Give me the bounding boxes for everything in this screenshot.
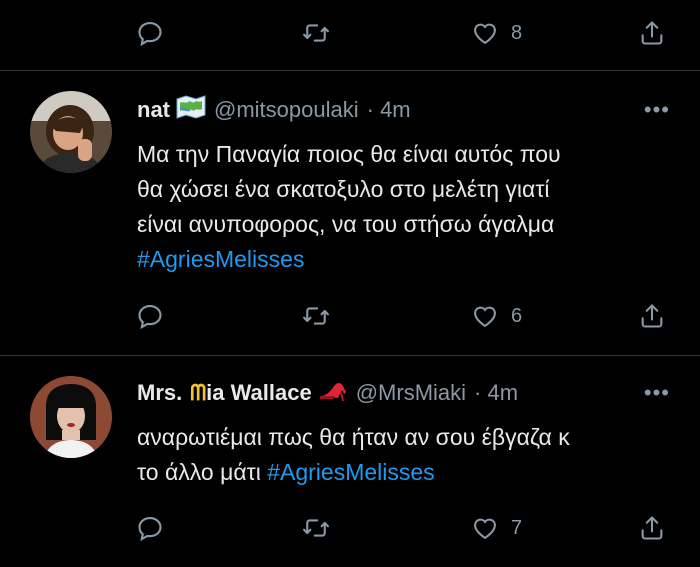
reply-icon [136, 302, 164, 330]
like-count: 7 [511, 516, 523, 539]
retweet-button[interactable] [302, 296, 330, 336]
share-button[interactable] [638, 13, 666, 53]
retweet-icon [302, 514, 330, 542]
retweet-button[interactable] [302, 508, 330, 548]
stylized-m-glyph: ᗰ [190, 380, 207, 405]
hashtag-link[interactable]: #AgriesMelisses [267, 459, 434, 485]
share-icon [638, 302, 666, 330]
retweet-icon [302, 302, 330, 330]
reply-button[interactable] [136, 13, 164, 53]
retweet-button[interactable] [302, 13, 330, 53]
high-heel-emoji-icon [318, 378, 348, 408]
reply-icon [136, 514, 164, 542]
hashtag-link[interactable]: #AgriesMelisses [137, 242, 561, 277]
handle[interactable]: @mitsopoulaki [214, 97, 359, 123]
reply-button[interactable] [136, 508, 164, 548]
tweet-text-line: είναι ανυποφορος, να του στήσω άγαλμα [137, 211, 555, 237]
like-count: 6 [511, 304, 523, 327]
more-icon[interactable]: ••• [644, 380, 670, 406]
handle[interactable]: @MrsMiaki [356, 380, 466, 406]
like-icon [471, 514, 499, 542]
more-icon[interactable]: ••• [644, 97, 670, 123]
tweet-header: Mrs. ᗰ ia Wallace @MrsMiaki · 4m [137, 378, 518, 408]
like-icon [471, 302, 499, 330]
like-button[interactable]: 6 [471, 296, 522, 336]
tweet-text-line: Μα την Παναγία ποιος θα είναι αυτός που [137, 141, 561, 167]
map-emoji-icon [176, 95, 206, 125]
like-button[interactable]: 8 [471, 13, 522, 53]
like-count: 8 [511, 21, 523, 44]
display-name-prefix[interactable]: Mrs. [137, 380, 182, 406]
timestamp[interactable]: · 4m [474, 380, 518, 406]
retweet-icon [302, 19, 330, 47]
tweet-text-fragment: το άλλο μάτι [137, 459, 261, 485]
like-icon [471, 19, 499, 47]
tweet-card[interactable]: nat @mitsopoulaki · 4m ••• Μα την Παναγί… [0, 71, 700, 355]
reply-icon [136, 19, 164, 47]
share-button[interactable] [638, 508, 666, 548]
top-action-bar: 8 [0, 13, 700, 53]
tweet-text: αναρωτιέμαι πως θα ήταν αν σου έβγαζα κ … [137, 420, 570, 490]
tweet-text-line: το άλλο μάτι #AgriesMelisses [137, 455, 570, 490]
display-name-suffix[interactable]: ia Wallace [206, 380, 312, 406]
tweet-action-bar: 6 [0, 296, 700, 336]
avatar[interactable] [30, 91, 112, 173]
display-name[interactable]: nat [137, 97, 170, 123]
tweet-text-line: αναρωτιέμαι πως θα ήταν αν σου έβγαζα κ [137, 424, 570, 450]
tweet-text-line: θα χώσει ένα σκατοξυλο στο μελέτη γιατί [137, 176, 550, 202]
share-button[interactable] [638, 296, 666, 336]
tweet-action-bar: 7 [0, 508, 700, 548]
like-button[interactable]: 7 [471, 508, 522, 548]
reply-button[interactable] [136, 296, 164, 336]
avatar[interactable] [30, 376, 112, 458]
tweet-text: Μα την Παναγία ποιος θα είναι αυτός που … [137, 137, 561, 277]
timestamp[interactable]: · 4m [367, 97, 411, 123]
tweet-header: nat @mitsopoulaki · 4m [137, 95, 411, 125]
tweet-card[interactable]: Mrs. ᗰ ia Wallace @MrsMiaki · 4m ••• ανα… [0, 356, 700, 567]
share-icon [638, 19, 666, 47]
share-icon [638, 514, 666, 542]
